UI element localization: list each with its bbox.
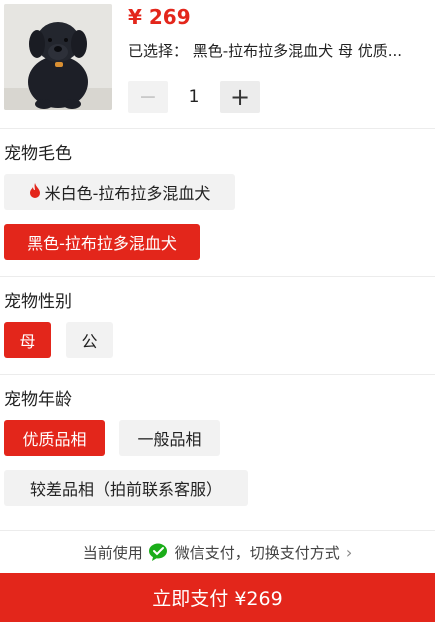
- payment-method-switch[interactable]: 当前使用 微信支付，切换支付方式 ›: [0, 538, 435, 566]
- option-label: 黑色-拉布拉多混血犬: [27, 234, 177, 253]
- option-label: 一般品相: [137, 430, 202, 449]
- section-title-color: 宠物毛色: [4, 144, 72, 164]
- divider: [0, 128, 435, 129]
- pay-now-button[interactable]: 立即支付 ¥269: [0, 573, 435, 622]
- pay-button-label: 立即支付 ¥269: [152, 588, 283, 610]
- payment-method-label: 微信支付，切换支付方式: [174, 543, 340, 562]
- wechat-pay-icon: [148, 543, 171, 561]
- divider: [0, 374, 435, 375]
- option-color-cream[interactable]: 米白色-拉布拉多混血犬: [4, 174, 235, 210]
- option-label: 优质品相: [22, 430, 87, 449]
- product-thumbnail: [4, 4, 112, 110]
- product-price: ¥ 269: [128, 5, 191, 29]
- quantity-decrease-button[interactable]: −: [128, 81, 168, 113]
- section-title-gender: 宠物性别: [4, 292, 72, 312]
- quantity-value[interactable]: 1: [172, 81, 216, 113]
- plus-icon: +: [229, 83, 251, 111]
- option-label: 母: [19, 332, 36, 351]
- divider: [0, 276, 435, 277]
- option-color-black[interactable]: 黑色-拉布拉多混血犬: [4, 224, 200, 260]
- option-label: 较差品相（拍前联系客服）: [29, 480, 222, 499]
- payment-prefix: 当前使用: [82, 543, 143, 562]
- option-gender-male[interactable]: 公: [66, 322, 113, 358]
- fire-icon: [29, 182, 41, 202]
- option-grade-normal[interactable]: 一般品相: [119, 420, 220, 456]
- option-label: 米白色-拉布拉多混血犬: [44, 184, 211, 203]
- option-grade-poor[interactable]: 较差品相（拍前联系客服）: [4, 470, 248, 506]
- option-gender-female[interactable]: 母: [4, 322, 51, 358]
- option-grade-premium[interactable]: 优质品相: [4, 420, 105, 456]
- section-title-grade: 宠物年龄: [4, 390, 72, 410]
- option-label: 公: [81, 332, 98, 351]
- minus-icon: −: [138, 84, 158, 110]
- selected-summary: 已选择： 黑色-拉布拉多混血犬 母 优质...: [128, 42, 403, 60]
- chevron-right-icon: ›: [345, 542, 353, 562]
- quantity-increase-button[interactable]: +: [220, 81, 260, 113]
- divider: [0, 530, 435, 531]
